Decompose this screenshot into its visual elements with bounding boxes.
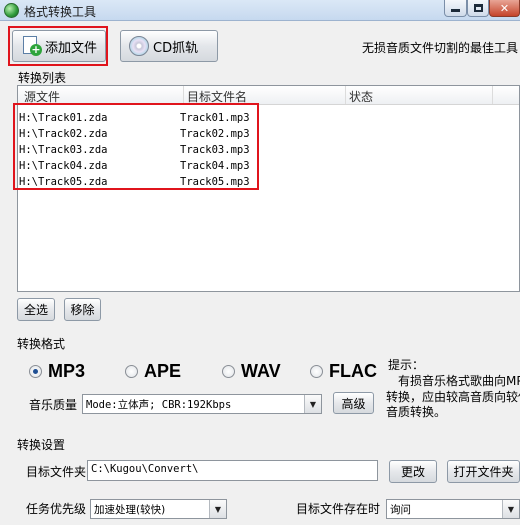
close-icon: ✕ xyxy=(499,1,510,15)
title-bar: 格式转换工具 ✕ xyxy=(0,0,520,21)
radio-unselected-icon xyxy=(222,365,235,378)
radio-ape-label: APE xyxy=(144,361,182,381)
radio-unselected-icon xyxy=(310,365,323,378)
radio-flac[interactable]: FLAC xyxy=(310,361,377,382)
chevron-down-icon: ▼ xyxy=(209,500,226,518)
radio-unselected-icon xyxy=(125,365,138,378)
file-exists-value: 询问 xyxy=(390,503,411,516)
priority-label: 任务优先级 xyxy=(26,502,87,516)
radio-ape[interactable]: APE xyxy=(125,361,181,382)
hint-line: 音质转换。 xyxy=(386,405,447,419)
target-folder-label: 目标文件夹 xyxy=(26,465,87,479)
quality-value: Mode:立体声; CBR:192Kbps xyxy=(86,398,232,411)
minimize-icon xyxy=(451,9,460,12)
maximize-button[interactable] xyxy=(467,0,489,17)
close-button[interactable]: ✕ xyxy=(489,0,520,17)
open-folder-button[interactable]: 打开文件夹 xyxy=(447,460,520,483)
hint-title: 提示： xyxy=(388,358,425,372)
remove-button[interactable]: 移除 xyxy=(64,298,101,321)
radio-mp3[interactable]: MP3 xyxy=(29,361,85,382)
radio-wav[interactable]: WAV xyxy=(222,361,281,382)
target-folder-input[interactable]: C:\Kugou\Convert\ xyxy=(87,460,378,481)
convert-settings-label: 转换设置 xyxy=(17,438,66,452)
file-exists-label: 目标文件存在时 xyxy=(296,502,381,516)
convert-list-label: 转换列表 xyxy=(18,71,67,85)
quality-label: 音乐质量 xyxy=(29,398,78,412)
file-exists-select[interactable]: 询问 ▼ xyxy=(386,499,520,519)
window-title: 格式转换工具 xyxy=(24,5,97,19)
maximize-icon xyxy=(473,4,483,12)
quality-select[interactable]: Mode:立体声; CBR:192Kbps ▼ xyxy=(82,394,322,414)
list-highlight xyxy=(13,103,259,190)
hint-line: 有损音乐格式歌曲向MP3 xyxy=(398,374,520,388)
slogan-text: 无损音质文件切割的最佳工具 xyxy=(362,41,519,55)
radio-mp3-label: MP3 xyxy=(48,361,86,381)
select-all-button[interactable]: 全选 xyxy=(17,298,55,321)
cd-rip-label: CD抓轨 xyxy=(153,40,199,56)
change-folder-button[interactable]: 更改 xyxy=(389,460,437,483)
app-icon xyxy=(4,3,19,18)
advanced-button[interactable]: 高级 xyxy=(333,392,374,414)
cd-icon xyxy=(129,36,149,56)
radio-selected-icon xyxy=(29,365,42,378)
chevron-down-icon: ▼ xyxy=(304,395,321,413)
add-file-highlight xyxy=(8,26,108,66)
cd-rip-button[interactable]: CD抓轨 xyxy=(120,30,218,62)
radio-wav-label: WAV xyxy=(241,361,281,381)
radio-flac-label: FLAC xyxy=(329,361,377,381)
priority-select[interactable]: 加速处理(较快) ▼ xyxy=(90,499,227,519)
chevron-down-icon: ▼ xyxy=(502,500,519,518)
column-header-status[interactable]: 状态 xyxy=(349,88,373,105)
priority-value: 加速处理(较快) xyxy=(94,503,166,516)
convert-format-label: 转换格式 xyxy=(17,337,66,351)
minimize-button[interactable] xyxy=(444,0,467,17)
